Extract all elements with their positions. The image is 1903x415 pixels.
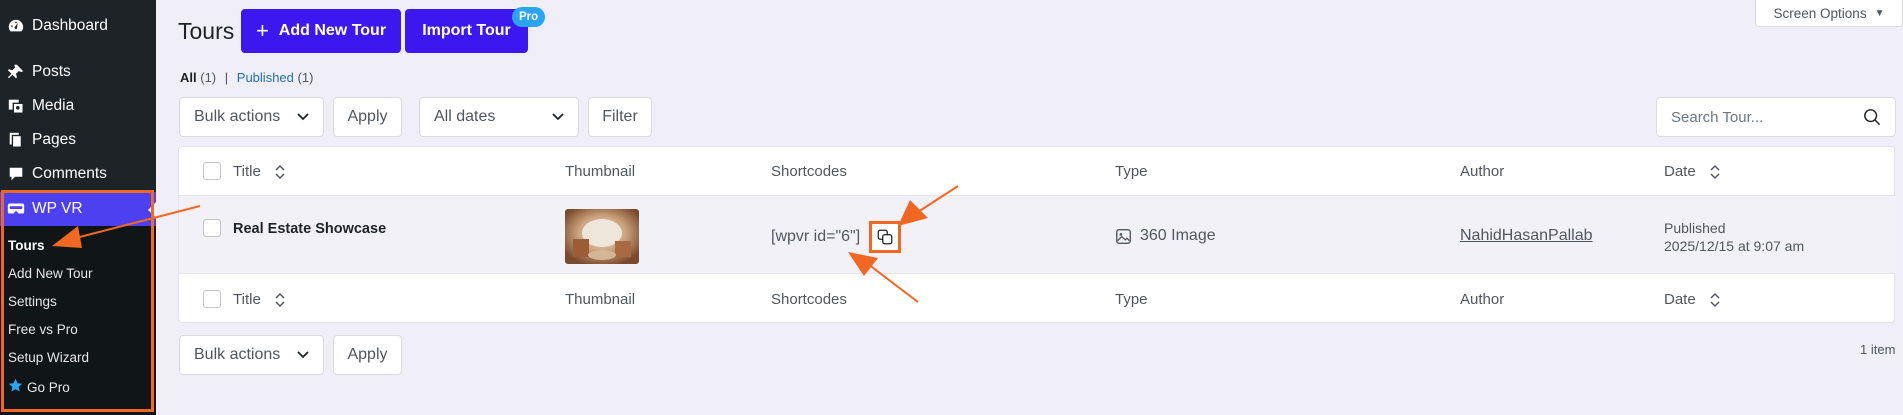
chevron-down-icon: [297, 351, 309, 359]
sort-icon: [1710, 292, 1720, 308]
copy-shortcode-button[interactable]: [869, 221, 901, 253]
pin-icon: [0, 63, 32, 81]
menu-label: Comments: [32, 165, 107, 182]
column-header-thumbnail: Thumbnail: [565, 163, 636, 180]
column-header-type: Type: [1115, 163, 1148, 180]
date-value: 2025/12/15 at 9:07 am: [1664, 238, 1805, 254]
pro-badge: Pro: [512, 7, 546, 27]
import-tour-button[interactable]: Import Tour: [405, 9, 528, 53]
menu-item-comments[interactable]: Comments: [0, 157, 156, 191]
import-tour-label: Import Tour: [422, 22, 511, 39]
filter-all-count: (1): [200, 70, 217, 85]
filter-button[interactable]: Filter: [588, 97, 652, 137]
column-title-label: Title: [233, 163, 261, 180]
bulk-actions-value: Bulk actions: [194, 108, 281, 125]
column-footer-thumbnail: Thumbnail: [565, 291, 636, 308]
column-footer-date[interactable]: Date: [1664, 291, 1720, 308]
column-date-label: Date: [1664, 291, 1696, 308]
date-status: Published: [1664, 220, 1726, 236]
sort-icon: [275, 292, 285, 308]
annotation-highlight-box: [1, 190, 154, 412]
search-placeholder: Search Tour...: [1671, 108, 1764, 126]
all-dates-select[interactable]: All dates: [419, 97, 579, 137]
tour-type-label: 360 Image: [1140, 227, 1216, 244]
column-header-shortcodes: Shortcodes: [771, 163, 847, 180]
column-footer-type: Type: [1115, 291, 1148, 308]
admin-sidebar: Dashboard Posts Media Pages Comments WP …: [0, 0, 156, 415]
tour-title-link[interactable]: Real Estate Showcase: [233, 221, 386, 237]
items-count: 1 item: [1860, 342, 1896, 357]
menu-label: Media: [32, 97, 75, 114]
pages-icon: [0, 131, 32, 149]
apply-button[interactable]: Apply: [333, 97, 402, 137]
column-title-label: Title: [233, 291, 261, 308]
screen-options-label: Screen Options: [1773, 5, 1867, 21]
menu-label: Pages: [32, 131, 76, 148]
all-dates-value: All dates: [434, 108, 496, 125]
column-header-author: Author: [1460, 163, 1505, 180]
column-footer-author: Author: [1460, 291, 1505, 308]
column-date-label: Date: [1664, 163, 1696, 180]
menu-item-media[interactable]: Media: [0, 89, 156, 123]
tour-thumbnail[interactable]: [565, 209, 639, 264]
tour-type-cell: 360 Image: [1115, 227, 1216, 245]
copy-icon: [877, 229, 893, 245]
menu-item-posts[interactable]: Posts: [0, 55, 156, 89]
chevron-down-icon: [297, 113, 309, 121]
bulk-actions-select[interactable]: Bulk actions: [179, 97, 324, 137]
dashboard-icon: [0, 17, 32, 35]
shortcode-text: [wpvr id="6"]: [771, 228, 861, 245]
sort-icon: [275, 164, 285, 180]
menu-item-pages[interactable]: Pages: [0, 123, 156, 157]
row-checkbox[interactable]: [203, 219, 221, 237]
add-new-tour-button[interactable]: + Add New Tour: [241, 9, 401, 53]
select-all-checkbox[interactable]: [203, 162, 221, 180]
chevron-down-icon: [552, 113, 564, 121]
bulk-actions-value: Bulk actions: [194, 346, 281, 363]
status-filter-links: All (1) | Published (1): [180, 70, 313, 85]
filter-separator: |: [224, 70, 229, 85]
table-row: [179, 195, 1896, 274]
apply-button-bottom[interactable]: Apply: [333, 335, 402, 375]
column-footer-title[interactable]: Title: [233, 291, 285, 308]
caret-down-icon: ▼: [1874, 7, 1885, 19]
search-icon: [1864, 109, 1881, 126]
menu-item-dashboard[interactable]: Dashboard: [0, 9, 156, 43]
select-all-checkbox-footer[interactable]: [203, 290, 221, 308]
menu-label: Posts: [32, 63, 71, 80]
menu-label: Dashboard: [32, 17, 108, 34]
filter-published-link[interactable]: Published: [237, 70, 294, 85]
date-cell: Published 2025/12/15 at 9:07 am: [1664, 219, 1804, 255]
column-header-title[interactable]: Title: [233, 163, 285, 180]
author-link[interactable]: NahidHasanPallab: [1460, 227, 1593, 245]
column-footer-shortcodes: Shortcodes: [771, 291, 847, 308]
plus-icon: +: [255, 18, 269, 43]
column-header-date[interactable]: Date: [1664, 163, 1720, 180]
filter-published-count: (1): [297, 70, 314, 85]
tours-table: Title Thumbnail Shortcodes Type Author D…: [178, 146, 1896, 323]
bulk-actions-select-bottom[interactable]: Bulk actions: [179, 335, 324, 375]
media-icon: [0, 97, 32, 115]
search-tour-input[interactable]: Search Tour...: [1656, 97, 1896, 137]
image-icon: [1116, 228, 1131, 244]
filter-all-link[interactable]: All: [180, 70, 197, 85]
comments-icon: [0, 165, 32, 183]
screen-options-button[interactable]: Screen Options ▼: [1755, 0, 1903, 27]
add-new-tour-label: Add New Tour: [278, 22, 387, 39]
page-title: Tours: [178, 18, 235, 44]
sort-icon: [1710, 164, 1720, 180]
